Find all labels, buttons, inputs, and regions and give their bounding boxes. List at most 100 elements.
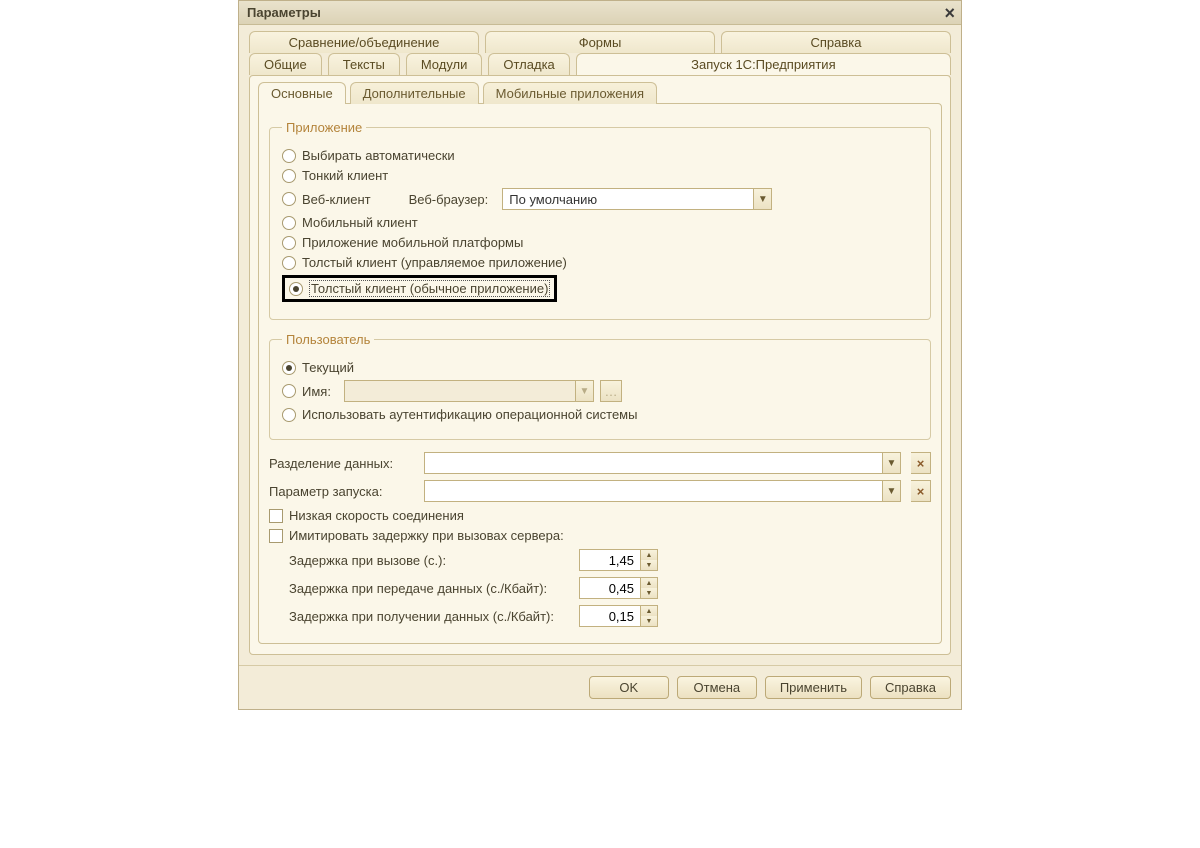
radio-os-auth[interactable]: Использовать аутентификацию операционной…: [282, 407, 918, 422]
subpane-main: Приложение Выбирать автоматически Тонкий…: [258, 103, 942, 644]
radio-user-current[interactable]: Текущий: [282, 360, 918, 375]
web-browser-combo[interactable]: По умолчанию ▼: [502, 188, 772, 210]
ok-button[interactable]: OK: [589, 676, 669, 699]
spin-down-icon[interactable]: ▼: [641, 616, 657, 626]
tab-forms[interactable]: Формы: [485, 31, 715, 53]
group-user: Пользователь Текущий Имя: ▼ … Испо: [269, 332, 931, 440]
radio-mobile-label: Мобильный клиент: [302, 215, 418, 230]
group-user-legend: Пользователь: [282, 332, 374, 347]
tab-general[interactable]: Общие: [249, 53, 322, 75]
group-application: Приложение Выбирать автоматически Тонкий…: [269, 120, 931, 320]
delay-call-spinner[interactable]: ▲▼: [579, 549, 658, 571]
launch-param-combo[interactable]: ▼: [424, 480, 901, 502]
user-name-combo: ▼: [344, 380, 594, 402]
radio-thick-ordinary-highlight: Толстый клиент (обычное приложение): [282, 275, 557, 302]
radio-icon: [282, 256, 296, 270]
radio-web-client[interactable]: Веб-клиент: [282, 192, 371, 207]
delay-fields: Задержка при вызове (с.): ▲▼ Задержка пр…: [289, 549, 931, 627]
tab-launch-1c[interactable]: Запуск 1С:Предприятия: [576, 53, 951, 75]
tabs-row-2: Общие Тексты Модули Отладка Запуск 1С:Пр…: [239, 53, 961, 75]
spin-up-icon[interactable]: ▲: [641, 606, 657, 616]
checkbox-icon: [269, 509, 283, 523]
radio-thin-label: Тонкий клиент: [302, 168, 388, 183]
web-browser-value: По умолчанию: [503, 189, 753, 209]
checkbox-icon: [269, 529, 283, 543]
radio-auto[interactable]: Выбирать автоматически: [282, 148, 918, 163]
radio-mobile-platform-app[interactable]: Приложение мобильной платформы: [282, 235, 918, 250]
ellipsis-button: …: [600, 380, 622, 402]
dialog-title: Параметры: [247, 5, 321, 20]
radio-icon: [282, 361, 296, 375]
radio-thick-ordinary-row: Толстый клиент (обычное приложение): [282, 275, 918, 302]
subtabs: Основные Дополнительные Мобильные прилож…: [258, 82, 942, 104]
apply-button[interactable]: Применить: [765, 676, 862, 699]
check-low-speed-label: Низкая скорость соединения: [289, 508, 464, 523]
data-separation-label: Разделение данных:: [269, 456, 414, 471]
radio-icon: [282, 236, 296, 250]
radio-icon: [282, 384, 296, 398]
check-simulate-delay[interactable]: Имитировать задержку при вызовах сервера…: [269, 528, 931, 543]
chevron-down-icon[interactable]: ▼: [882, 453, 900, 473]
subtab-main[interactable]: Основные: [258, 82, 346, 104]
delay-send-row: Задержка при передаче данных (с./Кбайт):…: [289, 577, 931, 599]
spin-up-icon[interactable]: ▲: [641, 578, 657, 588]
tab-modules[interactable]: Модули: [406, 53, 483, 75]
spin-up-icon[interactable]: ▲: [641, 550, 657, 560]
delay-recv-row: Задержка при получении данных (с./Кбайт)…: [289, 605, 931, 627]
tab-help[interactable]: Справка: [721, 31, 951, 53]
check-simulate-delay-label: Имитировать задержку при вызовах сервера…: [289, 528, 564, 543]
radio-auto-label: Выбирать автоматически: [302, 148, 455, 163]
delay-send-value[interactable]: [580, 578, 640, 598]
radio-web-label: Веб-клиент: [302, 192, 371, 207]
radio-thick-ordinary-label[interactable]: Толстый клиент (обычное приложение): [309, 280, 550, 297]
titlebar: Параметры ×: [239, 1, 961, 25]
field-data-separation: Разделение данных: ▼ ×: [269, 452, 931, 474]
chevron-down-icon[interactable]: ▼: [753, 189, 771, 209]
delay-recv-label: Задержка при получении данных (с./Кбайт)…: [289, 609, 569, 624]
data-separation-combo[interactable]: ▼: [424, 452, 901, 474]
field-launch-param: Параметр запуска: ▼ ×: [269, 480, 931, 502]
radio-thick-managed[interactable]: Толстый клиент (управляемое приложение): [282, 255, 918, 270]
radio-thin-client[interactable]: Тонкий клиент: [282, 168, 918, 183]
delay-recv-spinner[interactable]: ▲▼: [579, 605, 658, 627]
chevron-down-icon[interactable]: ▼: [882, 481, 900, 501]
delay-send-label: Задержка при передаче данных (с./Кбайт):: [289, 581, 569, 596]
radio-icon: [282, 149, 296, 163]
subtab-additional[interactable]: Дополнительные: [350, 82, 479, 104]
radio-icon: [282, 216, 296, 230]
radio-icon: [282, 192, 296, 206]
tab-debug[interactable]: Отладка: [488, 53, 569, 75]
launch-param-label: Параметр запуска:: [269, 484, 414, 499]
delay-call-label: Задержка при вызове (с.):: [289, 553, 569, 568]
check-low-speed[interactable]: Низкая скорость соединения: [269, 508, 931, 523]
radio-mobile-client[interactable]: Мобильный клиент: [282, 215, 918, 230]
spin-down-icon[interactable]: ▼: [641, 560, 657, 570]
button-bar: OK Отмена Применить Справка: [239, 665, 961, 709]
radio-mobile-platform-label: Приложение мобильной платформы: [302, 235, 523, 250]
clear-icon[interactable]: ×: [911, 452, 931, 474]
close-icon[interactable]: ×: [944, 3, 955, 24]
delay-send-spinner[interactable]: ▲▼: [579, 577, 658, 599]
cancel-button[interactable]: Отмена: [677, 676, 757, 699]
radio-user-name-label: Имя:: [302, 384, 338, 399]
content-pane: Основные Дополнительные Мобильные прилож…: [249, 75, 951, 655]
radio-icon: [282, 408, 296, 422]
radio-icon[interactable]: [289, 282, 303, 296]
tab-texts[interactable]: Тексты: [328, 53, 400, 75]
parameters-dialog: Параметры × Сравнение/объединение Формы …: [238, 0, 962, 710]
radio-user-name[interactable]: Имя: ▼ …: [282, 380, 918, 402]
subtab-mobile-apps[interactable]: Мобильные приложения: [483, 82, 657, 104]
data-separation-value: [425, 453, 882, 473]
delay-recv-value[interactable]: [580, 606, 640, 626]
radio-user-current-label: Текущий: [302, 360, 354, 375]
delay-call-value[interactable]: [580, 550, 640, 570]
tab-compare-merge[interactable]: Сравнение/объединение: [249, 31, 479, 53]
radio-thick-managed-label: Толстый клиент (управляемое приложение): [302, 255, 567, 270]
launch-param-value: [425, 481, 882, 501]
clear-icon[interactable]: ×: [911, 480, 931, 502]
spin-down-icon[interactable]: ▼: [641, 588, 657, 598]
user-name-value: [345, 381, 575, 401]
help-button[interactable]: Справка: [870, 676, 951, 699]
tabs-row-1: Сравнение/объединение Формы Справка: [239, 25, 961, 53]
group-application-legend: Приложение: [282, 120, 366, 135]
